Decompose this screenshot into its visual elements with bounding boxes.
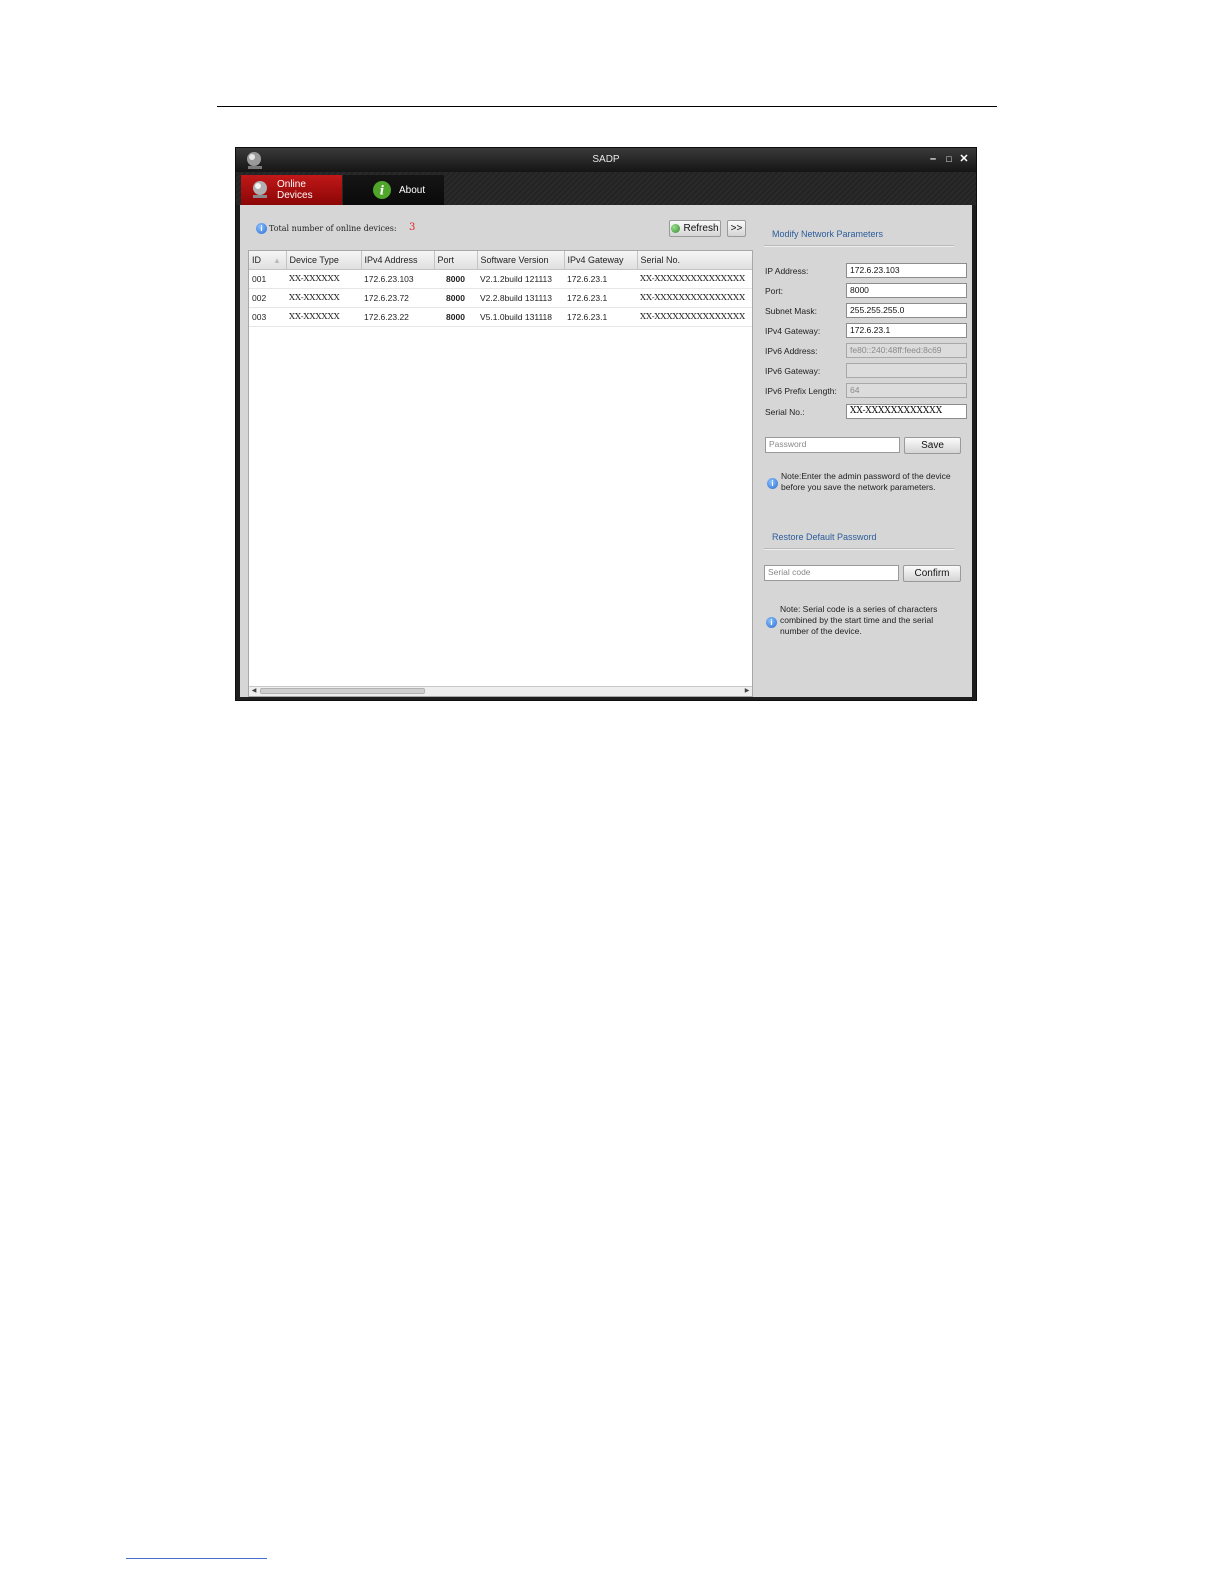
column-header-ipv4-gateway[interactable]: IPv4 Gateway [564,251,638,270]
info-icon: i [766,617,777,628]
cell-ipv4-address: 172.6.23.72 [361,288,434,308]
tab-label: About [399,184,426,196]
table-row[interactable]: 003 XX-XXXXXX 172.6.23.22 8000 V5.1.0bui… [249,307,752,327]
password-input[interactable]: Password [765,437,900,453]
refresh-label: Refresh [683,223,719,234]
cell-port: 8000 [434,307,477,327]
note-line: Note: Serial code is a series of charact… [780,604,938,614]
column-header-software-version[interactable]: Software Version [477,251,565,270]
tab-about[interactable]: i About [343,175,444,205]
title-bar: SADP – □ ✕ [236,148,976,172]
device-camera-icon [253,181,267,198]
column-header-device-type[interactable]: Device Type [286,251,362,270]
window-title: SADP [592,154,620,165]
info-icon: i [373,181,391,199]
info-icon: i [767,478,778,489]
subnet-mask-label: Subnet Mask: [765,306,817,316]
modify-network-heading: Modify Network Parameters [772,229,884,239]
section-divider [764,245,954,247]
refresh-icon [671,224,681,233]
column-header-port[interactable]: Port [434,251,478,270]
column-header-serial-no[interactable]: Serial No. [637,251,752,270]
minimize-icon[interactable]: – [927,153,939,165]
tab-bar: Online Devices i About [236,172,976,205]
ipv6-prefix-length-field: 64 [846,383,967,398]
cell-device-type: XX-XXXXXX [286,307,361,327]
ipv6-address-label: IPv6 Address: [765,346,818,356]
serial-code-input[interactable]: Serial code [764,565,899,581]
table-header-row: ID ▲ Device Type IPv4 Address Port Softwa… [249,251,752,270]
maximize-icon[interactable]: □ [943,153,955,165]
serial-no-field[interactable]: XX-XXXXXXXXXXXX [846,404,967,419]
ipv6-address-field: fe80::240:48ff:feed:8c69 [846,343,967,358]
scrollbar-thumb[interactable] [260,688,425,694]
ip-address-field[interactable]: 172.6.23.103 [846,263,967,278]
cell-software-version: V2.1.2build 121113 [477,269,564,289]
section-divider [764,548,954,550]
cell-software-version: V2.2.8build 131113 [477,288,564,308]
cell-device-type: XX-XXXXXX [286,288,361,308]
sadp-window: SADP – □ ✕ Online Devices i About i Tota… [235,147,977,701]
note-line: combined by the start time and the seria… [780,615,934,625]
cell-port: 8000 [434,269,477,289]
info-icon: i [256,223,267,234]
ip-address-label: IP Address: [765,266,809,276]
sort-ascending-icon: ▲ [273,256,281,265]
total-devices-count: 3 [409,222,416,233]
device-table: ID ▲ Device Type IPv4 Address Port Softwa… [248,250,753,697]
cell-serial-no: XX-XXXXXXXXXXXXXXX [637,307,752,327]
note-line: before you save the network parameters. [781,482,936,492]
ipv4-gateway-field[interactable]: 172.6.23.1 [846,323,967,338]
note-line: number of the device. [780,626,862,636]
table-row[interactable]: 002 XX-XXXXXX 172.6.23.72 8000 V2.2.8bui… [249,288,752,308]
table-row[interactable]: 001 XX-XXXXXX 172.6.23.103 8000 V2.1.2bu… [249,269,752,289]
subnet-mask-field[interactable]: 255.255.255.0 [846,303,967,318]
page-header-rule [217,106,997,107]
cell-ipv4-gateway: 172.6.23.1 [564,288,637,308]
ipv6-gateway-field [846,363,967,378]
cell-ipv4-address: 172.6.23.22 [361,307,434,327]
total-devices-label: Total number of online devices: [269,224,397,233]
cell-serial-no: XX-XXXXXXXXXXXXXXX [637,288,752,308]
ipv4-gateway-label: IPv4 Gateway: [765,326,821,336]
expand-button[interactable]: >> [727,220,746,237]
port-label: Port: [765,286,783,296]
column-header-ipv4-address[interactable]: IPv4 Address [361,251,435,270]
ipv6-gateway-label: IPv6 Gateway: [765,366,821,376]
tab-online-devices[interactable]: Online Devices [241,175,342,205]
footnote-rule [126,1558,267,1559]
port-field[interactable]: 8000 [846,283,967,298]
cell-ipv4-gateway: 172.6.23.1 [564,269,637,289]
cell-id: 001 [249,269,286,289]
scroll-left-icon[interactable]: ◀ [249,687,259,696]
scroll-right-icon[interactable]: ▶ [742,687,752,696]
save-note-text: Note:Enter the admin password of the dev… [781,471,951,493]
confirm-button[interactable]: Confirm [903,565,961,582]
restore-default-heading: Restore Default Password [772,532,877,542]
cell-port: 8000 [434,288,477,308]
svg-text:i: i [380,184,385,198]
cell-software-version: V5.1.0build 131118 [477,307,564,327]
cell-device-type: XX-XXXXXX [286,269,361,289]
close-icon[interactable]: ✕ [958,153,970,165]
serial-no-label: Serial No.: [765,407,805,417]
cell-ipv4-gateway: 172.6.23.1 [564,307,637,327]
note-line: Note:Enter the admin password of the dev… [781,471,951,481]
serial-code-note-text: Note: Serial code is a series of charact… [780,604,937,637]
cell-id: 002 [249,288,286,308]
save-button[interactable]: Save [904,437,961,454]
ipv6-prefix-length-label: IPv6 Prefix Length: [765,386,837,396]
main-content: i Total number of online devices: 3 Refr… [240,205,972,697]
horizontal-scrollbar[interactable]: ◀ ▶ [249,686,752,696]
cell-serial-no: XX-XXXXXXXXXXXXXXX [637,269,752,289]
tab-label: Online Devices [277,179,313,201]
cell-ipv4-address: 172.6.23.103 [361,269,434,289]
column-header-id[interactable]: ID ▲ [249,251,287,270]
cell-id: 003 [249,307,286,327]
refresh-button[interactable]: Refresh [669,220,721,237]
